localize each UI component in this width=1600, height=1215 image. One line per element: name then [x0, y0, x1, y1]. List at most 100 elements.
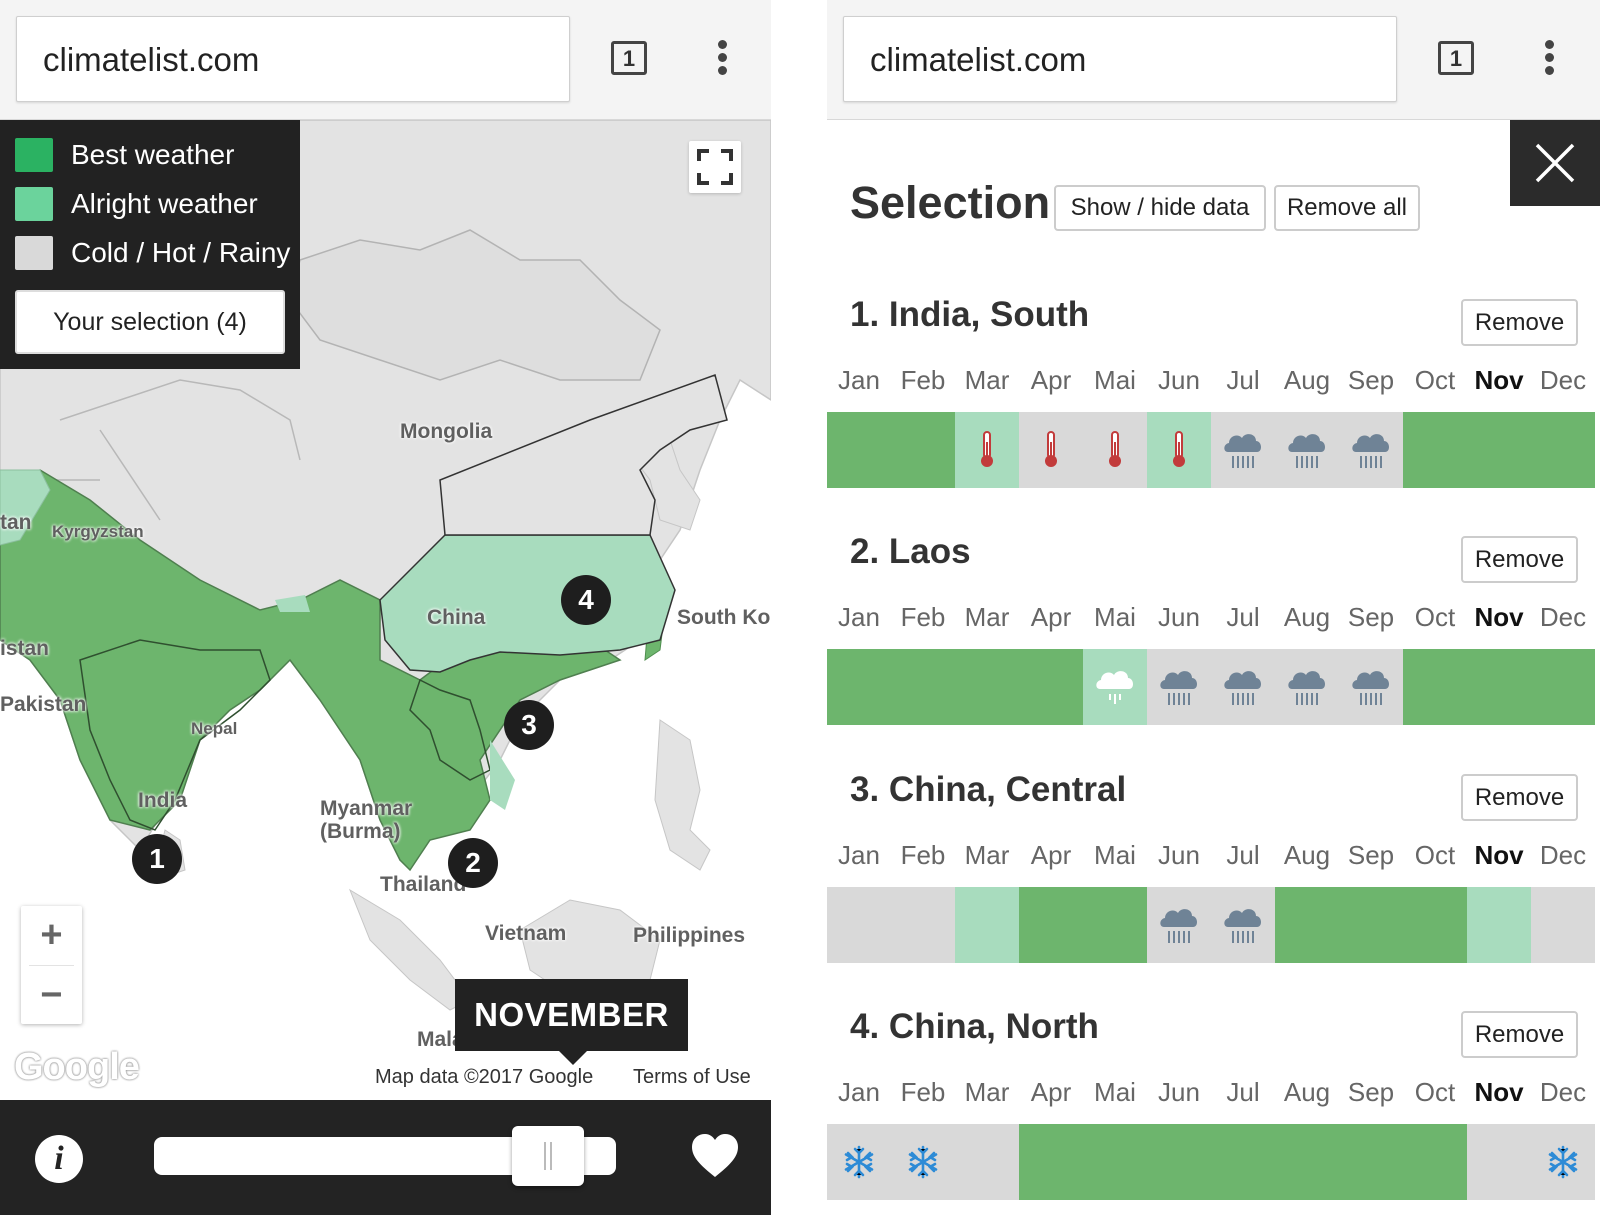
month-label-mar: Mar [964, 365, 1010, 395]
legend-swatch-alright [15, 187, 53, 221]
label-pakistan: Pakistan [0, 693, 87, 716]
month-cell-alright [1467, 887, 1531, 963]
rain-cloud-icon [1287, 433, 1327, 469]
tab-switcher-button[interactable]: 1 [611, 41, 647, 75]
month-label-jul: Jul [1226, 1077, 1260, 1107]
month-label-jun: Jun [1158, 365, 1200, 395]
month-label-apr: Apr [1030, 365, 1072, 395]
legend-label-best: Best weather [71, 139, 235, 170]
rain-cloud-icon [1223, 433, 1263, 469]
map-pin-4[interactable]: 4 [561, 575, 611, 625]
month-label-apr: Apr [1030, 602, 1072, 632]
month-label-jun: Jun [1158, 840, 1200, 870]
label-china: China [427, 606, 486, 629]
month-cell-best [1019, 1124, 1083, 1200]
month-label-aug: Aug [1283, 1077, 1331, 1107]
month-slider-handle[interactable] [511, 1126, 584, 1186]
location-title: 2. Laos [850, 532, 971, 571]
zoom-out-button[interactable]: − [21, 966, 82, 1024]
month-label-oct: Oct [1414, 1077, 1456, 1107]
month-label-dec: Dec [1539, 365, 1587, 395]
month-cell-poor [1275, 412, 1339, 488]
close-icon[interactable] [1510, 120, 1600, 206]
month-label-feb: Feb [900, 1077, 946, 1107]
month-label-jun: Jun [1158, 1077, 1200, 1107]
show-hide-data-button[interactable]: Show / hide data [1054, 185, 1266, 231]
month-label-mai: Mai [1094, 1077, 1136, 1107]
month-label-aug: Aug [1283, 365, 1331, 395]
thermometer-icon [980, 431, 994, 468]
map-pin-3[interactable]: 3 [504, 700, 554, 750]
month-cell-best [1211, 1124, 1275, 1200]
map-attribution: Map data ©2017 Google [375, 1066, 594, 1088]
label-philippines: Philippines [633, 924, 746, 947]
url-bar[interactable]: climatelist.com [16, 16, 570, 102]
light-rain-cloud-icon [1095, 670, 1135, 705]
favorite-heart-icon[interactable] [690, 1133, 740, 1179]
label-nepal: Nepal [191, 719, 238, 738]
month-label-apr: Apr [1030, 1077, 1072, 1107]
month-label-feb: Feb [900, 840, 946, 870]
month-label-jun: Jun [1158, 602, 1200, 632]
month-cell-best [1339, 887, 1403, 963]
terms-of-use-link[interactable]: Terms of Use [633, 1066, 751, 1089]
selection-screen: climatelist.com 1 Selection Show / hide … [827, 0, 1600, 1215]
overflow-menu-icon-right[interactable] [1538, 40, 1560, 80]
overflow-menu-icon[interactable] [711, 40, 733, 80]
month-cell-poor [1083, 412, 1147, 488]
map-screen: climatelist.com 1 Mongolia Kyrgyzstan Ch… [0, 0, 771, 1215]
label-south-korea: South Ko [677, 606, 771, 629]
rain-cloud-icon [1159, 908, 1199, 944]
landmass-philippines [654, 719, 711, 871]
landmass-sumatra [348, 888, 471, 1011]
info-icon[interactable]: i [35, 1135, 83, 1183]
label-mongolia: Mongolia [400, 420, 493, 443]
month-label-nov: Nov [1474, 1077, 1524, 1107]
month-cell-best [1403, 649, 1467, 725]
month-label-jan: Jan [838, 602, 880, 632]
location-title: 4. China, North [850, 1007, 1099, 1046]
url-bar-right[interactable]: climatelist.com [843, 16, 1397, 102]
browser-toolbar-right: climatelist.com 1 [827, 0, 1600, 120]
month-cell-poor [1211, 412, 1275, 488]
label-kazakhstan-partial: istan [0, 637, 50, 660]
thermometer-icon [1044, 431, 1058, 468]
zoom-in-button[interactable]: + [21, 906, 82, 964]
remove-location-button[interactable]: Remove [1461, 299, 1578, 346]
snowflake-icon [1548, 1145, 1578, 1179]
google-logo: Google [14, 1046, 140, 1088]
fullscreen-icon[interactable] [689, 141, 741, 193]
remove-location-button[interactable]: Remove [1461, 536, 1578, 583]
map-pin-1[interactable]: 1 [132, 834, 182, 884]
your-selection-button[interactable]: Your selection (4) [15, 290, 285, 354]
month-label-sep: Sep [1347, 840, 1395, 870]
tab-switcher-button-right[interactable]: 1 [1438, 41, 1474, 75]
month-label-jan: Jan [838, 1077, 880, 1107]
rain-cloud-icon [1159, 670, 1199, 706]
month-cell-best [1531, 649, 1595, 725]
month-cell-best [1403, 412, 1467, 488]
month-cell-poor [891, 1124, 955, 1200]
remove-location-button[interactable]: Remove [1461, 774, 1578, 821]
month-cell-alright [1083, 649, 1147, 725]
month-cell-poor [1467, 1124, 1531, 1200]
month-label-jul: Jul [1226, 365, 1260, 395]
month-label-dec: Dec [1539, 602, 1587, 632]
month-label-jul: Jul [1226, 602, 1260, 632]
month-cell-alright [1147, 412, 1211, 488]
month-cell-best [1339, 1124, 1403, 1200]
map-pin-2[interactable]: 2 [448, 838, 498, 888]
month-cell-best [1019, 887, 1083, 963]
month-label-feb: Feb [900, 365, 946, 395]
snowflake-icon [908, 1145, 938, 1179]
selection-title: Selection [850, 177, 1051, 228]
month-cell-best [1147, 1124, 1211, 1200]
label-partial-tan: tan [0, 511, 32, 534]
remove-location-button[interactable]: Remove [1461, 1011, 1578, 1058]
remove-all-button[interactable]: Remove all [1274, 185, 1420, 231]
rain-cloud-icon [1223, 670, 1263, 706]
bottom-toolbar: i [0, 1100, 771, 1215]
rain-cloud-icon [1223, 908, 1263, 944]
month-cell-poor [955, 1124, 1019, 1200]
month-cell-best [827, 412, 891, 488]
